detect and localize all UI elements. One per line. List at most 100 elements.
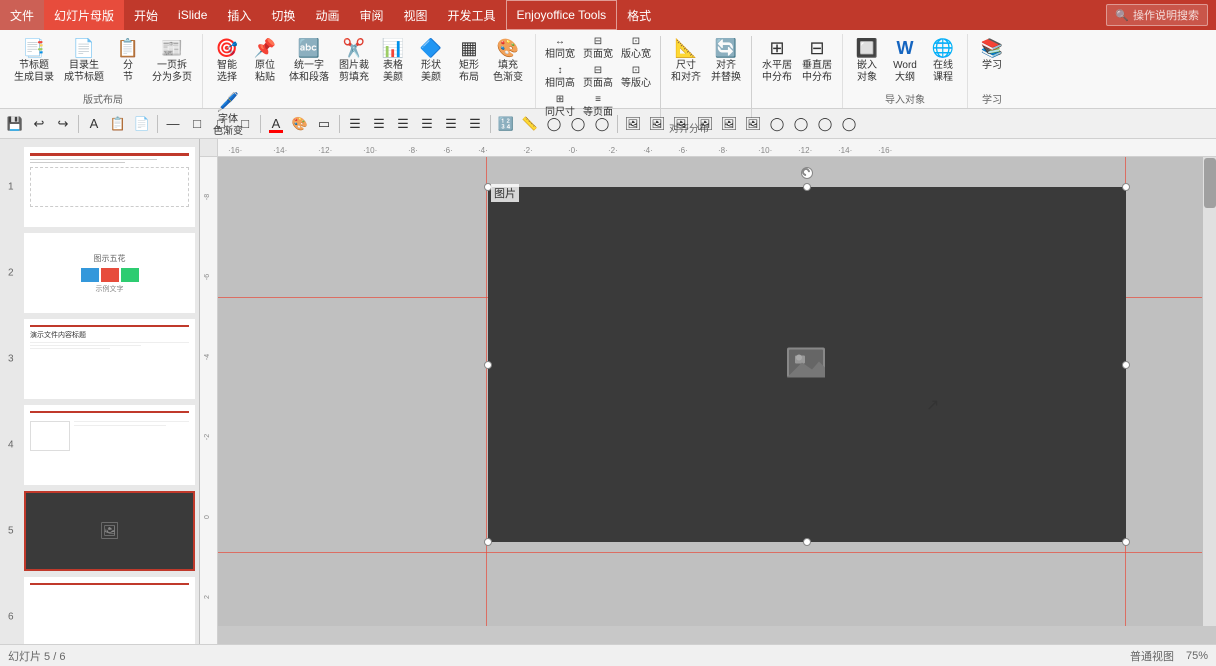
menu-insert[interactable]: 插入 <box>217 0 261 30</box>
toolbar-save[interactable]: 💾 <box>4 113 26 135</box>
toolbar-align-justify[interactable]: ☰ <box>416 113 438 135</box>
btn-same-height[interactable]: ↕ 相同高 <box>542 63 578 91</box>
btn-embed-obj[interactable]: 🔲 嵌入对象 <box>849 34 885 86</box>
toolbar-b2[interactable]: □ <box>186 113 208 135</box>
handle-mr[interactable] <box>1122 361 1130 369</box>
toolbar-img1[interactable]: 🖼 <box>622 113 644 135</box>
toolbar-copy[interactable]: 📋 <box>107 113 129 135</box>
toolbar-b4[interactable]: □ <box>234 113 256 135</box>
toolbar-line-color[interactable]: ▭ <box>313 113 335 135</box>
canvas-area[interactable]: ·16· ·14· ·12· ·10· ·8· ·6· ·4· ·2· ·0· … <box>200 139 1216 644</box>
scrollbar-thumb[interactable] <box>1204 158 1216 208</box>
ribbon-group-layout: 📑 节标题生成目录 📄 目录生成节标题 📋 分节 📰 一页拆分为多页 版式布局 <box>4 34 203 108</box>
toolbar-list[interactable]: ☰ <box>464 113 486 135</box>
btn-frame-width[interactable]: ⊡ 版心宽 <box>618 34 654 62</box>
btn-study[interactable]: 📚 学习 <box>974 34 1010 74</box>
slide-thumb-5[interactable]: 5 🖼 <box>24 491 195 571</box>
btn-split-page[interactable]: 📰 一页拆分为多页 <box>148 34 196 86</box>
btn-v-center[interactable]: ⊟ 垂直居中分布 <box>798 34 836 86</box>
toolbar-b1[interactable]: — <box>162 113 184 135</box>
canvas-wrapper[interactable]: 图片 ↗ <box>218 157 1216 626</box>
svg-text:·4·: ·4· <box>643 146 653 155</box>
toolbar-paste[interactable]: 📄 <box>131 113 153 135</box>
toolbar-b5[interactable]: ◯ <box>543 113 565 135</box>
menu-islide[interactable]: iSlide <box>168 0 217 30</box>
btn-update-layout[interactable]: 📄 目录生成节标题 <box>60 34 108 86</box>
btn-shape-beauty[interactable]: 🔷 形状美颜 <box>413 34 449 86</box>
menu-switch[interactable]: 切换 <box>261 0 305 30</box>
rotate-handle[interactable] <box>801 167 813 179</box>
btn-section[interactable]: 📋 分节 <box>110 34 146 86</box>
menu-file[interactable]: 文件 <box>0 0 44 30</box>
handle-bc[interactable] <box>803 538 811 546</box>
btn-same-width[interactable]: ↔ 相同宽 <box>542 34 578 62</box>
toolbar-font-color[interactable]: A <box>265 113 287 135</box>
btn-size-align[interactable]: 📐 尺寸和对齐 <box>667 34 705 86</box>
slide-thumb-4[interactable]: 4 <box>24 405 195 485</box>
btn-insert-layout[interactable]: 📑 节标题生成目录 <box>10 34 58 86</box>
btn-table-beauty[interactable]: 📊 表格美颜 <box>375 34 411 86</box>
btn-page-height[interactable]: ⊟ 页面高 <box>580 63 616 91</box>
toolbar-img2[interactable]: 🖼 <box>646 113 668 135</box>
toolbar-align-left[interactable]: ☰ <box>344 113 366 135</box>
slides-panel[interactable]: 1 2 图示五花 示例文字 <box>0 139 200 644</box>
toolbar-img5[interactable]: 🖼 <box>718 113 740 135</box>
slide-thumb-6[interactable]: 6 <box>24 577 195 644</box>
handle-br[interactable] <box>1122 538 1130 546</box>
btn-online-course[interactable]: 🌐 在线课程 <box>925 34 961 86</box>
btn-h-center[interactable]: ⊞ 水平居中分布 <box>758 34 796 86</box>
slide-area[interactable] <box>488 187 1126 542</box>
toolbar-img6[interactable]: 🖼 <box>742 113 764 135</box>
toolbar-b6[interactable]: ◯ <box>567 113 589 135</box>
handle-ml[interactable] <box>484 361 492 369</box>
btn-crop-img[interactable]: ✂️ 图片裁剪填充 <box>335 34 373 86</box>
toolbar-b11[interactable]: ◯ <box>838 113 860 135</box>
toolbar-b9[interactable]: ◯ <box>790 113 812 135</box>
toolbar-align-dist[interactable]: ☰ <box>440 113 462 135</box>
toolbar-b10[interactable]: ◯ <box>814 113 836 135</box>
handle-bl[interactable] <box>484 538 492 546</box>
toolbar-align-right[interactable]: ☰ <box>392 113 414 135</box>
table-beauty-icon: 📊 <box>381 36 405 60</box>
toolbar-format-paint[interactable]: A <box>83 113 105 135</box>
handle-tr[interactable] <box>1122 183 1130 191</box>
toolbar-indent[interactable]: 📏 <box>519 113 541 135</box>
slide-thumb-3[interactable]: 3 演示文件内容标题 <box>24 319 195 399</box>
slide-thumb-1[interactable]: 1 <box>24 147 195 227</box>
svg-text:-2: -2 <box>204 434 211 440</box>
menu-search-box[interactable]: 🔍 操作说明搜索 <box>1106 4 1208 26</box>
split-page-icon: 📰 <box>160 36 184 60</box>
v-scrollbar[interactable] <box>1202 157 1216 626</box>
menu-start[interactable]: 开始 <box>124 0 168 30</box>
btn-fill-gradient[interactable]: 🎨 填充色渐变 <box>489 34 527 86</box>
toolbar-redo[interactable]: ↪ <box>52 113 74 135</box>
menu-review[interactable]: 审阅 <box>349 0 393 30</box>
toolbar-align-center[interactable]: ☰ <box>368 113 390 135</box>
btn-word-outline[interactable]: W Word大纲 <box>887 34 923 86</box>
toolbar-b8[interactable]: ◯ <box>766 113 788 135</box>
btn-smart-select[interactable]: 🎯 智能选择 <box>209 34 245 86</box>
handle-tc[interactable] <box>803 183 811 191</box>
btn-unified-text[interactable]: 🔤 统一字体和段落 <box>285 34 333 86</box>
slide-thumb-2[interactable]: 2 图示五花 示例文字 <box>24 233 195 313</box>
btn-rect-layout[interactable]: ▦ 矩形布局 <box>451 34 487 86</box>
toolbar-b7[interactable]: ◯ <box>591 113 613 135</box>
toolbar-b3[interactable]: □ <box>210 113 232 135</box>
btn-frame-height[interactable]: ⊡ 等版心 <box>618 63 654 91</box>
toolbar-undo[interactable]: ↩ <box>28 113 50 135</box>
menu-animate[interactable]: 动画 <box>305 0 349 30</box>
menu-devtools[interactable]: 开发工具 <box>437 0 505 30</box>
menu-enjoyoffice[interactable]: Enjoyoffice Tools <box>506 0 618 30</box>
toolbar-fill-color[interactable]: 🎨 <box>289 113 311 135</box>
btn-align-replace[interactable]: 🔄 对齐并替换 <box>707 34 745 86</box>
btn-page-width[interactable]: ⊟ 页面宽 <box>580 34 616 62</box>
menu-slidemaster[interactable]: 幻灯片母版 <box>44 0 124 30</box>
handle-tl[interactable] <box>484 183 492 191</box>
update-layout-icon: 📄 <box>72 36 96 60</box>
toolbar-img4[interactable]: 🖼 <box>694 113 716 135</box>
menu-format[interactable]: 格式 <box>617 0 661 30</box>
menu-view[interactable]: 视图 <box>393 0 437 30</box>
toolbar-img3[interactable]: 🖼 <box>670 113 692 135</box>
btn-paste-original[interactable]: 📌 原位粘贴 <box>247 34 283 86</box>
toolbar-num-list[interactable]: 🔢 <box>495 113 517 135</box>
